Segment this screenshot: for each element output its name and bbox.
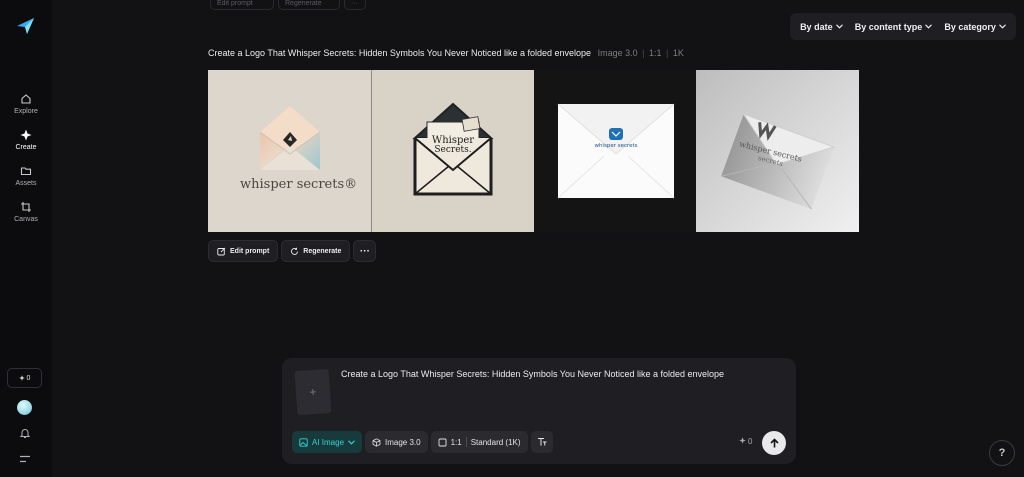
brand-text: Secrets. — [434, 145, 471, 155]
send-button[interactable] — [762, 431, 786, 455]
ratio-label: 1:1 — [450, 437, 462, 447]
credit-cost: 0 — [739, 437, 752, 446]
filter-label: By content type — [854, 21, 923, 32]
envelope-logo-image: Whisper Secrets. — [370, 70, 534, 232]
sidebar-item-label: Explore — [14, 108, 38, 115]
prompt-input[interactable]: Create a Logo That Whisper Secrets: Hidd… — [341, 369, 724, 379]
aspect-ratio-icon — [438, 438, 447, 446]
divider: | — [642, 48, 645, 58]
envelope-logo-image: whisper secrets — [533, 70, 697, 232]
sidebar-item-assets[interactable]: Assets — [0, 165, 52, 187]
button-label: Edit prompt — [217, 0, 253, 7]
model-label: Image 3.0 — [385, 437, 421, 447]
mode-selector[interactable]: AI Image — [292, 431, 363, 453]
generation-prompt: Create a Logo That Whisper Secrets: Hidd… — [208, 48, 592, 58]
quality-label: Standard (1K) — [470, 437, 521, 447]
prompt-composer: + Create a Logo That Whisper Secrets: Hi… — [282, 358, 796, 464]
more-options-button[interactable]: ··· — [344, 0, 366, 10]
credits-badge[interactable]: 0 — [7, 368, 42, 388]
app-logo-icon[interactable] — [15, 16, 35, 36]
brand-text: whisper secrets® — [240, 177, 357, 192]
generated-image-2[interactable]: Whisper Secrets. — [370, 70, 534, 232]
image-grid: whisper secrets® Whisper Secrets. whispe… — [208, 70, 859, 232]
button-label: Regenerate — [303, 247, 342, 255]
refresh-icon — [291, 247, 299, 255]
model-selector[interactable]: Image 3.0 — [365, 431, 428, 453]
sidebar-item-create[interactable]: Create — [0, 129, 52, 151]
chevron-down-icon — [999, 24, 1006, 29]
button-label: Edit prompt — [230, 247, 270, 255]
mode-label: AI Image — [312, 437, 345, 447]
chevron-down-icon — [835, 24, 843, 29]
sparkle-icon — [739, 437, 746, 444]
generation-model: Image 3.0 — [597, 48, 638, 58]
button-label: ··· — [351, 0, 358, 7]
sidebar-item-label: Create — [15, 144, 37, 151]
chevron-down-icon — [925, 24, 933, 29]
text-settings-button[interactable] — [530, 431, 553, 453]
plus-icon: + — [309, 384, 317, 400]
text-format-icon — [537, 438, 547, 446]
crop-icon — [21, 202, 31, 212]
filter-label: By category — [944, 21, 996, 32]
filter-by-date[interactable]: By date — [800, 22, 843, 32]
avatar[interactable] — [17, 400, 32, 415]
home-icon — [21, 94, 31, 104]
regenerate-button[interactable]: Regenerate — [281, 240, 351, 262]
divider: | — [666, 48, 669, 58]
folder-icon — [20, 167, 32, 176]
credits-count: 0 — [26, 374, 31, 382]
sidebar-item-label: Canvas — [14, 216, 38, 223]
generation-actions: Edit prompt Regenerate ··· — [208, 240, 377, 262]
sparkle-icon — [18, 375, 25, 381]
menu-icon[interactable] — [19, 454, 31, 464]
generated-image-1[interactable]: whisper secrets® — [208, 70, 371, 232]
button-label: Regenerate — [285, 0, 322, 7]
cube-icon — [372, 437, 381, 447]
divider — [465, 437, 467, 447]
generation-ratio: 1:1 — [648, 48, 662, 58]
edit-prompt-button[interactable]: Edit prompt — [208, 240, 279, 262]
chevron-down-icon — [348, 439, 355, 445]
sidebar-item-canvas[interactable]: Canvas — [0, 201, 52, 223]
envelope-logo-image: whisper secrets secrets — [696, 70, 859, 232]
sidebar: Explore Create Assets Canvas 0 — [0, 0, 52, 477]
ratio-quality-selector[interactable]: 1:1 Standard (1K) — [430, 431, 528, 453]
sparkle-icon — [20, 129, 32, 141]
help-button[interactable]: ? — [989, 440, 1015, 466]
brand-text: whisper secrets — [594, 143, 637, 149]
edit-prompt-button[interactable]: Edit prompt — [210, 0, 274, 10]
image-icon — [299, 437, 308, 447]
sidebar-item-label: Assets — [15, 180, 37, 187]
sidebar-item-explore[interactable]: Explore — [0, 93, 52, 115]
bell-icon[interactable] — [19, 427, 31, 439]
edit-icon — [217, 247, 226, 255]
arrow-up-icon — [769, 437, 779, 447]
filter-by-content-type[interactable]: By content type — [855, 22, 933, 32]
more-icon: ··· — [359, 245, 370, 257]
upload-reference-button[interactable]: + — [294, 368, 332, 416]
filter-label: By date — [800, 21, 833, 32]
generated-image-3[interactable]: whisper secrets — [533, 70, 697, 232]
filter-by-category[interactable]: By category — [944, 22, 1006, 32]
credit-cost-value: 0 — [748, 437, 753, 446]
generation-resolution: 1K — [672, 48, 684, 58]
composer-toolbar: AI Image Image 3.0 1:1 Standard (1K) — [292, 431, 553, 453]
generation-header: Create a Logo That Whisper Secrets: Hidd… — [208, 48, 684, 58]
envelope-logo-image: whisper secrets® — [208, 70, 371, 232]
more-options-button[interactable]: ··· — [353, 240, 377, 262]
filter-bar: By date By content type By category — [790, 13, 1016, 40]
question-icon: ? — [998, 447, 1006, 459]
generated-image-4[interactable]: whisper secrets secrets — [696, 70, 859, 232]
regenerate-button[interactable]: Regenerate — [278, 0, 340, 10]
